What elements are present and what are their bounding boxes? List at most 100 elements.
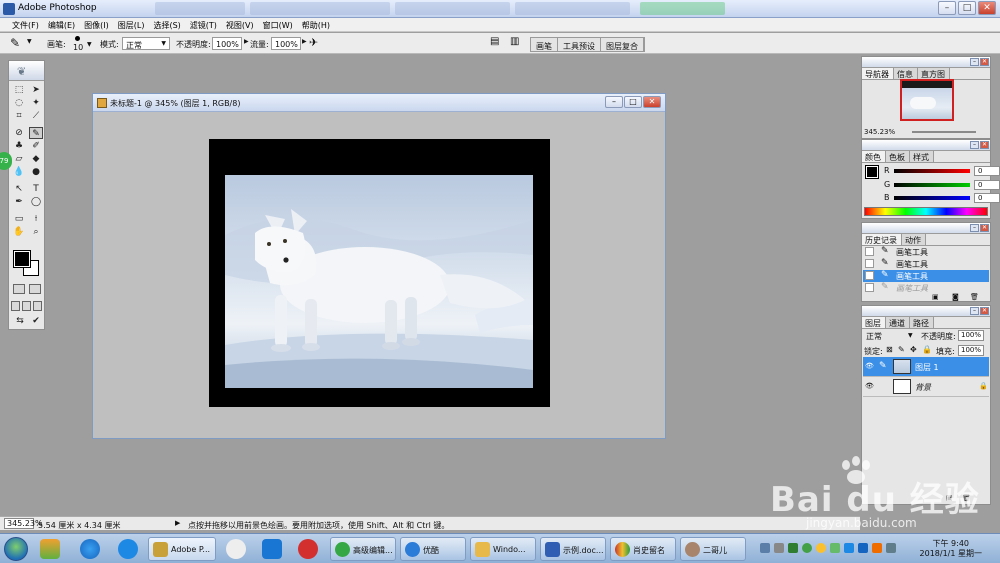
task-youku[interactable]: 优酷 [400,537,466,561]
lock-image-icon[interactable]: ✎ [898,345,905,354]
panel-header[interactable]: – ✕ [862,140,990,151]
history-snapshot-checkbox[interactable] [865,283,874,292]
navigator-zoom[interactable]: 345.23% [864,128,895,136]
color-foreground-swatch[interactable] [865,165,879,179]
task-word-document[interactable]: 示例.doc... [540,537,606,561]
canvas[interactable] [209,139,550,407]
lasso-tool-icon[interactable]: ◌ [12,97,26,109]
tray-app-icon[interactable] [788,543,798,553]
palette-well-icon[interactable]: ▥ [510,36,519,47]
history-brush-icon[interactable]: ✐ [29,140,43,152]
tray-qq-icon[interactable] [816,543,826,553]
tray-security-icon[interactable] [802,543,812,553]
document-maximize-button[interactable]: □ [624,96,642,108]
history-snapshot-checkbox[interactable] [865,247,874,256]
magic-wand-icon[interactable]: ✦ [29,97,43,109]
menu-file[interactable]: 文件(F) [8,18,44,31]
clone-stamp-icon[interactable]: ♣ [12,140,26,152]
tray-keyboard-icon[interactable] [760,543,770,553]
panel-minimize-button[interactable]: – [970,141,979,149]
tray-help-icon[interactable] [774,543,784,553]
standard-mode-icon[interactable] [13,284,25,294]
layer-row[interactable]: 👁 ✎ 图层 1 [863,357,989,377]
lock-position-icon[interactable]: ✥ [910,345,917,354]
well-tab-layer-comps[interactable]: 图层复合 [601,38,644,51]
quicklaunch-panda-icon[interactable] [226,539,246,559]
g-slider[interactable] [894,183,970,187]
b-value-input[interactable]: 0 [974,193,1000,203]
panel-minimize-button[interactable]: – [970,224,979,232]
quick-mask-icon[interactable] [29,284,41,294]
flow-input[interactable]: 100% [271,37,301,50]
brush-tool-icon[interactable]: ✎ [29,127,43,139]
navigator-thumbnail[interactable] [900,79,954,121]
opacity-input[interactable]: 100% [212,37,242,50]
screen-mode-full-menu-icon[interactable] [22,301,31,311]
menu-view[interactable]: 视图(V) [222,18,259,31]
panel-minimize-button[interactable]: – [970,58,979,66]
file-browser-icon[interactable]: ▤ [490,36,499,47]
tab-swatches[interactable]: 色板 [886,151,910,162]
tray-network-icon[interactable] [858,543,868,553]
paint-bucket-icon[interactable]: ◆ [29,153,43,165]
maximize-button[interactable]: □ [958,1,976,15]
blend-mode-select[interactable]: 正常 ▼ [866,331,916,342]
panel-close-button[interactable]: ✕ [980,141,989,149]
lock-all-icon[interactable]: 🔒 [922,345,932,354]
menu-select[interactable]: 选择(S) [149,18,185,31]
path-selection-icon[interactable]: ↖ [12,183,26,195]
healing-brush-icon[interactable]: ⊘ [12,127,26,139]
hand-tool-icon[interactable]: ✋ [12,226,26,238]
panel-close-button[interactable]: ✕ [980,58,989,66]
brush-tool-preset-icon[interactable]: ✎ [10,36,20,50]
r-value-input[interactable]: 0 [974,166,1000,176]
history-item-selected[interactable]: ✎ 画笔工具 [863,270,989,282]
g-value-input[interactable]: 0 [974,180,1000,190]
panel-header[interactable]: – ✕ [862,306,990,317]
history-item[interactable]: ✎ 画笔工具 [863,246,989,258]
layer-name[interactable]: 背景 [915,382,931,393]
tab-info[interactable]: 信息 [894,68,918,79]
pen-tool-icon[interactable]: ✒ [12,196,26,208]
eraser-tool-icon[interactable]: ▱ [12,153,26,165]
tab-navigator[interactable]: 导航器 [862,68,894,79]
b-slider[interactable] [894,196,970,200]
type-tool-icon[interactable]: T [29,183,43,195]
tray-app-icon[interactable] [844,543,854,553]
lock-transparency-icon[interactable]: ⊠ [886,345,893,354]
dodge-tool-icon[interactable]: ● [29,166,43,178]
task-photoshop[interactable]: Adobe P... [148,537,216,561]
menu-window[interactable]: 窗口(W) [259,18,298,31]
slice-tool-icon[interactable]: ⟋ [29,110,43,122]
tray-volume-icon[interactable] [886,543,896,553]
mode-select[interactable]: 正常 ▼ [122,37,170,50]
tab-histogram[interactable]: 直方图 [918,68,950,79]
navigator-zoom-slider[interactable] [912,131,976,133]
menu-layer[interactable]: 图层(L) [114,18,150,31]
crop-tool-icon[interactable]: ⌗ [12,110,26,122]
screen-mode-full-icon[interactable] [33,301,42,311]
quicklaunch-baidu-netdisk-icon[interactable] [118,539,138,559]
zoom-tool-icon[interactable]: ⌕ [29,226,43,238]
task-media[interactable]: 肖史留名 [610,537,676,561]
tab-layers[interactable]: 图层 [862,317,886,328]
close-button[interactable]: ✕ [978,1,996,15]
panel-header[interactable]: – ✕ [862,57,990,68]
menu-help[interactable]: 帮助(H) [298,18,335,31]
zoom-level-input[interactable]: 345.23% [4,518,43,529]
quicklaunch-video-icon[interactable] [298,539,318,559]
panel-close-button[interactable]: ✕ [980,307,989,315]
layer-name[interactable]: 图层 1 [915,362,939,373]
task-editor[interactable]: 高级编辑... [330,537,396,561]
menu-edit[interactable]: 编辑(E) [44,18,80,31]
shape-tool-icon[interactable]: ◯ [29,196,43,208]
chevron-right-icon[interactable]: ▶ [244,38,249,45]
task-chat[interactable]: 二哥儿 [680,537,746,561]
r-slider[interactable] [894,169,970,173]
toolbox-header[interactable]: ❦ [9,61,44,81]
eyedropper-icon[interactable]: ⟊ [29,213,43,225]
tab-history[interactable]: 历史记录 [862,234,902,245]
jump-check-icon[interactable]: ✔ [29,315,43,327]
brush-preview-icon[interactable] [75,36,80,41]
tray-app-icon[interactable] [872,543,882,553]
